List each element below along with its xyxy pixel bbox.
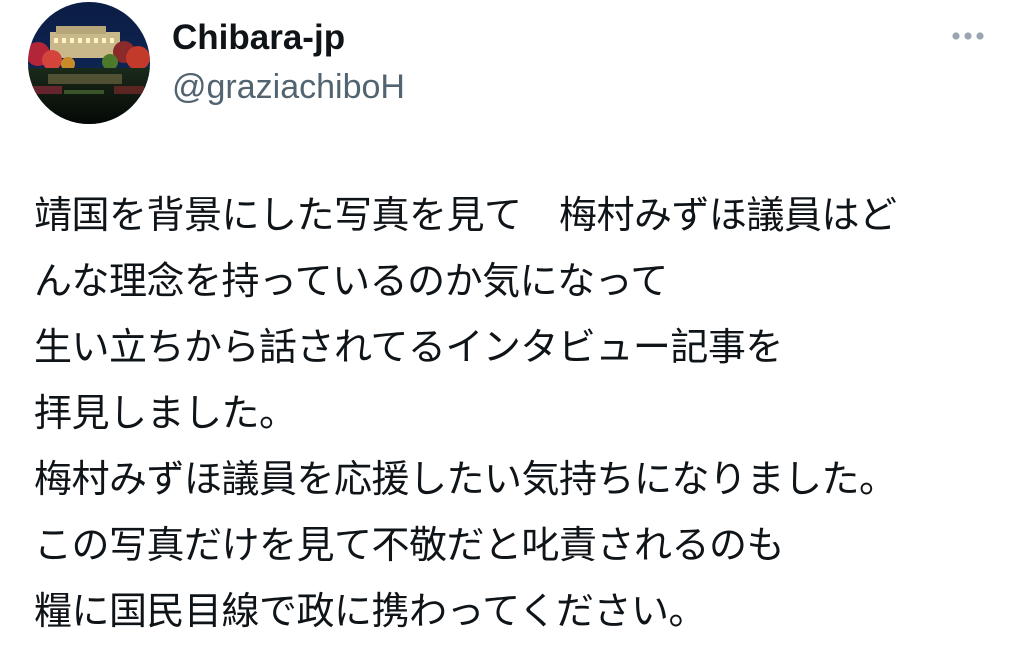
tweet-text-line: 靖国を背景にした写真を見て 梅村みずほ議員はど bbox=[34, 193, 897, 237]
avatar[interactable] bbox=[28, 2, 150, 124]
tweet-text-line: 拝見しました。 bbox=[34, 391, 297, 435]
more-options-button[interactable] bbox=[944, 20, 992, 52]
author-handle[interactable]: @graziachiboH bbox=[172, 66, 405, 108]
avatar-photo-icon bbox=[28, 2, 150, 124]
tweet-text-line: 生い立ちから話されてるインタビュー記事を bbox=[34, 325, 783, 369]
author-display-name[interactable]: Chibara-jp bbox=[172, 16, 345, 60]
tweet-text-line: んな理念を持っているのか気になって bbox=[34, 259, 668, 303]
more-horizontal-icon bbox=[952, 32, 984, 40]
tweet-text-line: 梅村みずほ議員を応援したい気持ちになりました。 bbox=[34, 457, 897, 501]
tweet-text-line: 糧に国民目線で政に携わってください。 bbox=[34, 589, 706, 633]
tweet-text: 靖国を背景にした写真を見て 梅村みずほ議員はど んな理念を持っているのか気になっ… bbox=[34, 182, 994, 644]
tweet-text-line: この写真だけを見て不敬だと叱責されるのも bbox=[34, 523, 785, 567]
